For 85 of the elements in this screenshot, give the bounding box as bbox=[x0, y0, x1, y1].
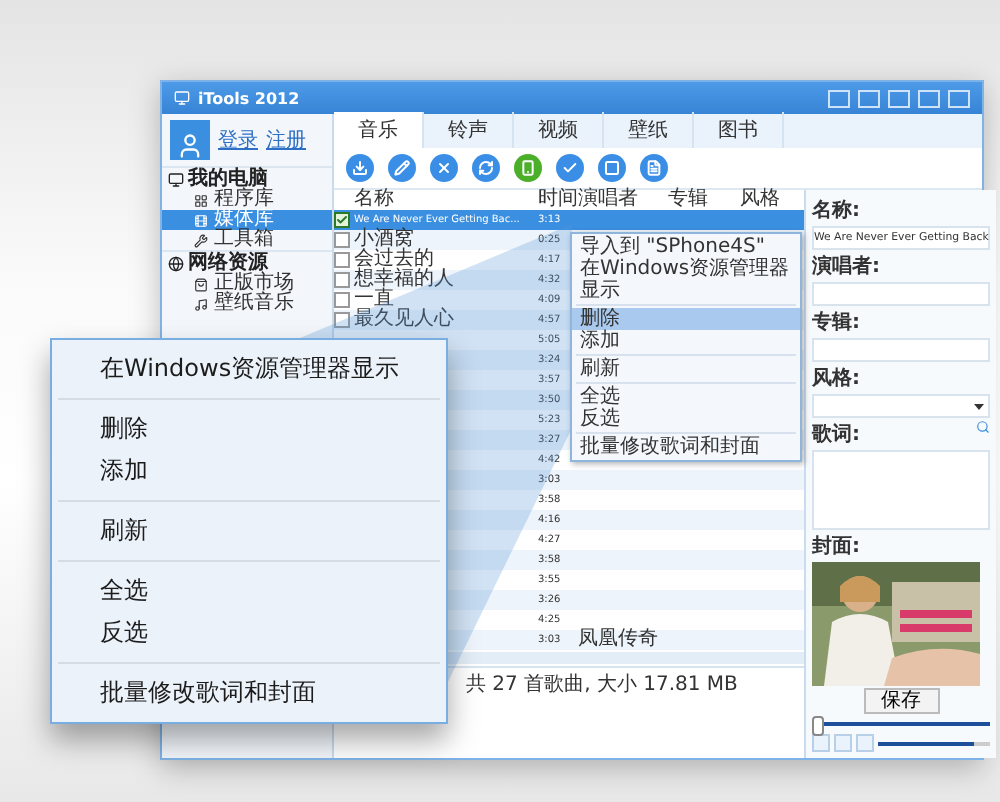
next-button[interactable] bbox=[856, 734, 874, 752]
square-button[interactable] bbox=[598, 154, 626, 182]
account-link[interactable]: 登录 bbox=[218, 126, 258, 154]
column-header[interactable]: 专辑 bbox=[668, 190, 740, 210]
column-header[interactable]: 名称 bbox=[354, 190, 538, 210]
field-label: 专辑: bbox=[812, 309, 862, 336]
check-button[interactable] bbox=[556, 154, 584, 182]
globe-icon bbox=[168, 255, 184, 271]
table-cell-text: 凤凰传奇 bbox=[578, 630, 660, 650]
tab[interactable]: 铃声 bbox=[424, 112, 514, 148]
field-label: 演唱者: bbox=[812, 253, 882, 280]
check-icon bbox=[562, 160, 578, 176]
skin-button[interactable] bbox=[858, 89, 880, 107]
music-icon bbox=[194, 297, 208, 311]
menu-item[interactable]: 反选 bbox=[572, 408, 800, 430]
checkbox[interactable] bbox=[334, 232, 350, 248]
wrench-icon bbox=[194, 233, 208, 247]
pencil-button[interactable] bbox=[388, 154, 416, 182]
column-header[interactable]: 时间 bbox=[538, 190, 578, 210]
sidebar-header: 我的电脑 bbox=[162, 166, 332, 190]
field-label: 风格: bbox=[812, 365, 862, 392]
minimize-button[interactable] bbox=[888, 89, 910, 107]
checkbox[interactable] bbox=[334, 292, 350, 308]
menu-item[interactable]: 刷新 bbox=[572, 358, 800, 380]
tab[interactable]: 视频 bbox=[514, 112, 604, 148]
tab[interactable]: 图书 bbox=[694, 112, 784, 148]
progress-slider[interactable] bbox=[811, 716, 824, 736]
checkbox[interactable] bbox=[334, 212, 350, 228]
phone-button[interactable] bbox=[514, 154, 542, 182]
play-button[interactable] bbox=[834, 734, 852, 752]
checkbox[interactable] bbox=[334, 312, 350, 328]
input-field[interactable] bbox=[812, 338, 991, 362]
phone-icon bbox=[520, 160, 536, 176]
table-cell-text: 会过去的 bbox=[354, 250, 434, 270]
refresh-icon bbox=[478, 160, 494, 176]
account-link[interactable]: 注册 bbox=[266, 126, 306, 154]
column-header[interactable]: 演唱者 bbox=[578, 190, 668, 210]
caret-icon bbox=[974, 403, 985, 409]
document-icon bbox=[646, 160, 662, 176]
field-label: 歌词: bbox=[812, 421, 860, 448]
square-icon bbox=[604, 160, 620, 176]
checkbox[interactable] bbox=[334, 252, 350, 268]
table-cell-text: 小酒窝 bbox=[354, 230, 414, 250]
close-button[interactable] bbox=[948, 89, 970, 107]
maximize-button[interactable] bbox=[918, 89, 940, 107]
menu-item[interactable]: 删除 bbox=[572, 308, 800, 330]
grid-icon bbox=[194, 193, 208, 207]
download-button[interactable] bbox=[346, 154, 374, 182]
previous-button[interactable] bbox=[812, 734, 830, 752]
table-cell-text: 一直 bbox=[354, 290, 395, 310]
save-button[interactable]: 保存 bbox=[863, 688, 940, 714]
film-icon bbox=[194, 213, 208, 227]
close-button[interactable] bbox=[430, 154, 458, 182]
field-label: 名称: bbox=[812, 197, 862, 224]
sidebar-item[interactable]: 工具箱 bbox=[162, 230, 332, 250]
pencil-icon bbox=[394, 160, 410, 176]
document-button[interactable] bbox=[640, 154, 668, 182]
close-icon bbox=[436, 160, 452, 176]
avatar bbox=[170, 120, 210, 160]
menu-item[interactable]: 删除 bbox=[52, 408, 446, 450]
download-icon bbox=[352, 160, 368, 176]
sidebar-item[interactable]: 程序库 bbox=[162, 190, 332, 210]
bag-icon bbox=[194, 277, 208, 291]
menu-item[interactable]: 在Windows资源管理器显示 bbox=[52, 348, 446, 390]
feedback-button[interactable] bbox=[828, 89, 850, 107]
tab[interactable]: 壁纸 bbox=[604, 112, 694, 148]
menu-item[interactable]: 添加 bbox=[572, 330, 800, 352]
column-header[interactable]: 风格 bbox=[740, 190, 804, 210]
sidebar-item[interactable]: 正版市场 bbox=[162, 274, 332, 294]
refresh-button[interactable] bbox=[472, 154, 500, 182]
lyrics-field[interactable] bbox=[812, 450, 991, 530]
checkbox[interactable] bbox=[334, 272, 350, 288]
check-icon bbox=[336, 214, 348, 226]
table-cell-text: 最久见人心 bbox=[354, 310, 456, 330]
menu-item[interactable]: 全选 bbox=[572, 386, 800, 408]
sidebar-header: 网络资源 bbox=[162, 250, 332, 274]
monitor-icon bbox=[174, 90, 190, 106]
tab[interactable]: 音乐 bbox=[334, 112, 424, 148]
window-title: iTools 2012 bbox=[198, 89, 302, 107]
table-cell-text: 想幸福的人 bbox=[354, 270, 456, 290]
field-label: 封面: bbox=[812, 533, 862, 560]
monitor-icon bbox=[168, 171, 184, 187]
input-field[interactable] bbox=[812, 282, 991, 306]
search-icon[interactable] bbox=[976, 420, 991, 434]
sidebar-item[interactable]: 壁纸音乐 bbox=[162, 294, 332, 314]
